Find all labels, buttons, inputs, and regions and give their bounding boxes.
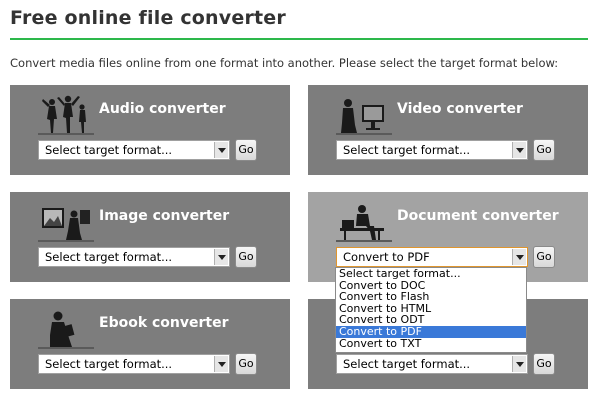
page-title: Free online file converter bbox=[10, 7, 286, 29]
audio-format-select[interactable]: Select target format... bbox=[38, 140, 230, 160]
document-go-button[interactable]: Go bbox=[533, 246, 555, 268]
audio-converter-panel: Audio converter Select target format... … bbox=[10, 85, 290, 175]
dropdown-option-highlighted[interactable]: Convert to PDF bbox=[336, 326, 526, 338]
image-converter-panel: Image converter Select target format... … bbox=[10, 192, 290, 282]
chevron-down-icon[interactable] bbox=[512, 142, 526, 158]
chevron-down-icon[interactable] bbox=[214, 356, 228, 372]
document-format-select[interactable]: Convert to PDF bbox=[336, 247, 528, 267]
covered-format-select[interactable]: Select target format... bbox=[336, 354, 528, 374]
video-format-select[interactable]: Select target format... bbox=[336, 140, 528, 160]
audio-go-button[interactable]: Go bbox=[235, 139, 257, 161]
dropdown-option[interactable]: Select target format... bbox=[336, 268, 526, 280]
person-at-desk-icon bbox=[336, 205, 392, 242]
title-divider bbox=[10, 38, 588, 40]
image-go-button[interactable]: Go bbox=[235, 246, 257, 268]
ebook-format-value: Select target format... bbox=[45, 357, 173, 371]
intro-text: Convert media files online from one form… bbox=[10, 56, 559, 70]
chevron-down-icon[interactable] bbox=[214, 249, 228, 265]
video-converter-panel: Video converter Select target format... … bbox=[308, 85, 588, 175]
image-format-value: Select target format... bbox=[45, 250, 173, 264]
people-dancing-icon bbox=[38, 95, 94, 135]
dropdown-option[interactable]: Convert to TXT bbox=[336, 337, 526, 350]
person-reading-icon bbox=[38, 311, 94, 349]
video-format-value: Select target format... bbox=[343, 143, 471, 157]
chevron-down-icon[interactable] bbox=[214, 142, 228, 158]
ebook-go-button[interactable]: Go bbox=[235, 353, 257, 375]
person-watching-screen-icon bbox=[336, 99, 392, 135]
framed-picture-icon bbox=[38, 208, 94, 242]
chevron-down-icon[interactable] bbox=[512, 356, 526, 372]
image-converter-heading: Image converter bbox=[99, 208, 230, 224]
covered-go-button[interactable]: Go bbox=[533, 353, 555, 375]
covered-format-value: Select target format... bbox=[343, 357, 471, 371]
ebook-converter-panel: Ebook converter Select target format... … bbox=[10, 299, 290, 389]
video-converter-heading: Video converter bbox=[397, 101, 523, 117]
audio-format-value: Select target format... bbox=[45, 143, 173, 157]
chevron-down-icon[interactable] bbox=[512, 249, 526, 265]
audio-converter-heading: Audio converter bbox=[99, 101, 226, 117]
ebook-converter-heading: Ebook converter bbox=[99, 315, 229, 331]
ebook-format-select[interactable]: Select target format... bbox=[38, 354, 230, 374]
image-format-select[interactable]: Select target format... bbox=[38, 247, 230, 267]
document-format-value: Convert to PDF bbox=[343, 250, 430, 264]
document-format-dropdown[interactable]: Select target format... Convert to DOC C… bbox=[335, 267, 527, 353]
video-go-button[interactable]: Go bbox=[533, 139, 555, 161]
document-converter-heading: Document converter bbox=[397, 208, 559, 224]
